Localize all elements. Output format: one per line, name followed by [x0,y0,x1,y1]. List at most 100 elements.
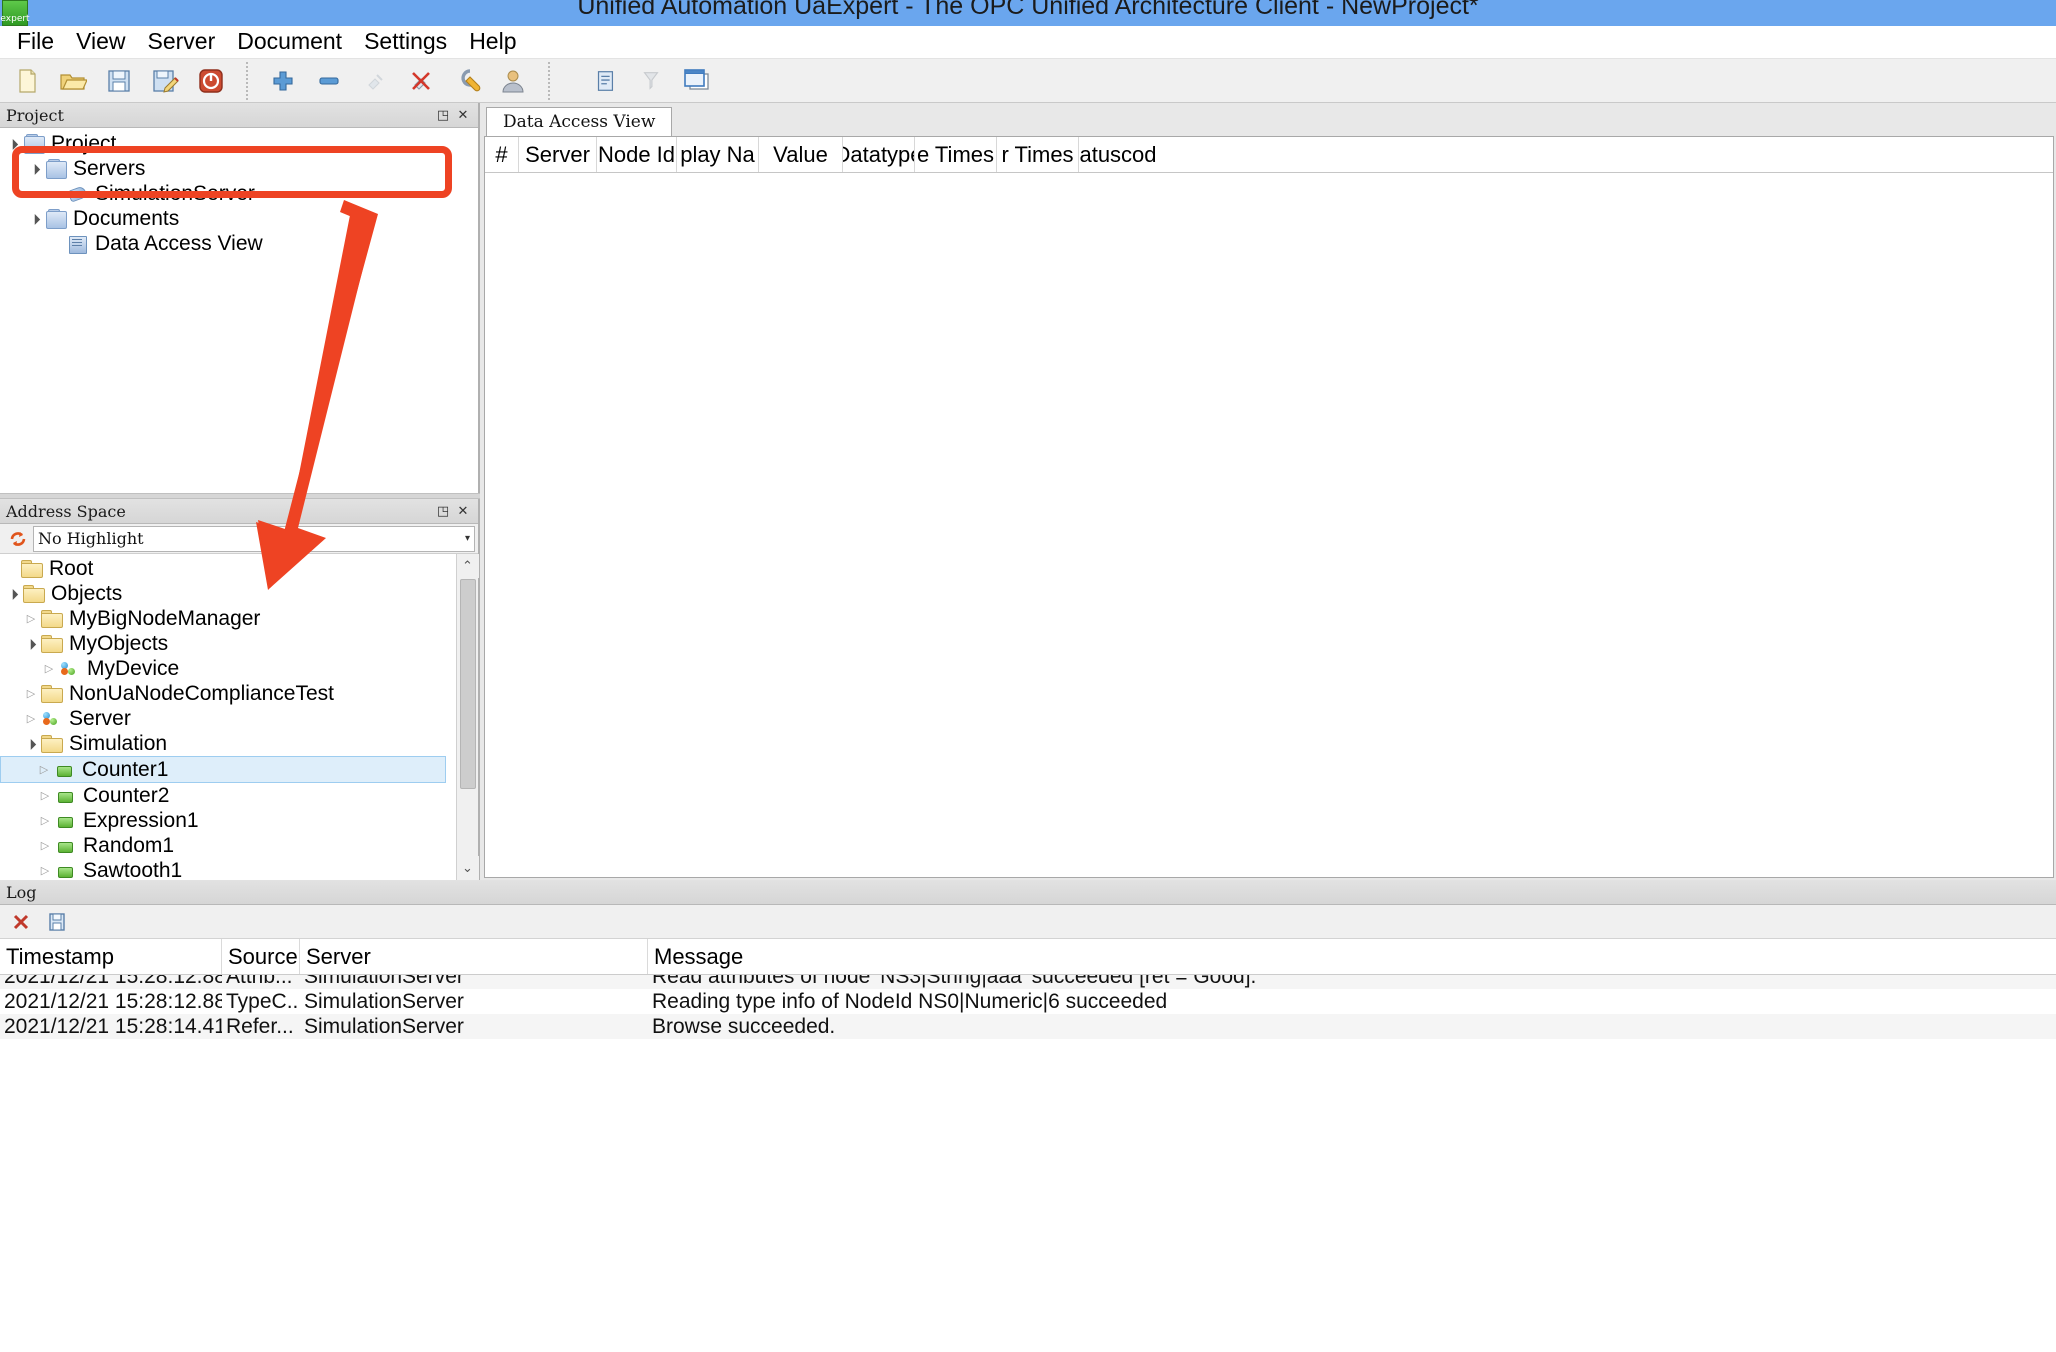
scrollbar-track[interactable] [457,790,478,856]
chevron-right-icon[interactable] [22,612,40,625]
log-row[interactable]: 2021/12/21 15:28:14.413 Refer... Simulat… [0,1014,2056,1039]
scroll-up-icon[interactable]: ⌃ [457,554,479,578]
tree-item-project[interactable]: Project [0,131,478,156]
undock-icon[interactable]: ◳ [434,106,452,124]
chevron-right-icon[interactable] [22,687,40,700]
tree-item-simulationserver[interactable]: SimulationServer [0,181,478,206]
log-column-source[interactable]: Source [222,939,300,974]
log-cell-server: SimulationServer [300,989,648,1014]
open-folder-icon[interactable] [54,62,92,100]
tree-item-myobjects[interactable]: MyObjects [0,631,456,656]
address-space-scrollbar[interactable]: ⌃ ⌄ [456,554,478,880]
document-remove-icon[interactable] [632,62,670,100]
chevron-right-icon[interactable] [40,662,58,675]
project-tree[interactable]: Project Servers SimulationServer Documen… [0,128,478,493]
log-cell-server: SimulationServer [300,975,648,989]
column-header-source-timestamp[interactable]: e Times [915,137,997,172]
document-area: Data Access View # Server Node Id play N… [480,103,2056,880]
toolbar-group-server [260,59,536,102]
clear-log-icon[interactable] [6,908,36,936]
wrench-icon[interactable] [448,62,486,100]
tree-item-random1[interactable]: Random1 [0,833,456,858]
scrollbar-thumb[interactable] [460,579,476,789]
save-icon[interactable] [100,62,138,100]
tree-item-objects[interactable]: Objects [0,581,456,606]
chevron-right-icon[interactable] [22,712,40,725]
column-header-value[interactable]: Value [759,137,843,172]
menu-document[interactable]: Document [226,27,353,56]
column-header-server[interactable]: Server [519,137,597,172]
tree-item-root[interactable]: Root [0,556,456,581]
tree-item-mybignodemanager[interactable]: MyBigNodeManager [0,606,456,631]
document-add-icon[interactable] [586,62,624,100]
column-header-statuscode[interactable]: atuscod [1079,137,1157,172]
log-column-server[interactable]: Server [300,939,648,974]
tree-item-expression1[interactable]: Expression1 [0,808,456,833]
chevron-right-icon[interactable] [35,763,53,776]
close-icon[interactable]: ✕ [454,106,472,124]
chevron-down-icon[interactable]: ▾ [465,533,470,544]
tree-item-servers[interactable]: Servers [0,156,478,181]
tree-item-label: Random1 [83,834,174,858]
power-icon[interactable] [192,62,230,100]
column-header-node-id[interactable]: Node Id [597,137,677,172]
variable-node-icon [54,861,78,881]
column-header-server-timestamp[interactable]: r Times [997,137,1079,172]
undock-icon[interactable]: ◳ [434,502,452,520]
tree-item-counter2[interactable]: Counter2 [0,783,456,808]
tree-item-label: Counter2 [83,784,169,808]
tree-item-data-access-view[interactable]: Data Access View [0,231,478,256]
log-table-rows[interactable]: 2021/12/21 15:28:12.881 Attrib... Simula… [0,975,2056,1039]
menu-view[interactable]: View [65,27,136,56]
add-server-icon[interactable] [264,62,302,100]
tab-data-access-view[interactable]: Data Access View [486,107,672,136]
log-column-message[interactable]: Message [648,939,2056,974]
refresh-icon[interactable] [7,528,29,550]
chevron-down-icon[interactable] [26,163,44,175]
menu-settings[interactable]: Settings [353,27,458,56]
folder-blue-icon [44,159,68,179]
chevron-right-icon[interactable] [36,814,54,827]
log-column-timestamp[interactable]: Timestamp [0,939,222,974]
chevron-down-icon[interactable] [4,138,22,150]
tree-item-mydevice[interactable]: MyDevice [0,656,456,681]
chevron-right-icon[interactable] [36,789,54,802]
chevron-down-icon[interactable] [26,213,44,225]
remove-server-icon[interactable] [310,62,348,100]
menu-server[interactable]: Server [137,27,227,56]
tree-item-nonuanodecompliancetest[interactable]: NonUaNodeComplianceTest [0,681,456,706]
tree-item-sawtooth1[interactable]: Sawtooth1 [0,858,456,880]
close-icon[interactable]: ✕ [454,502,472,520]
tree-item-simulation[interactable]: Simulation [0,731,456,756]
highlight-combo[interactable]: No Highlight ▾ [33,526,475,552]
toolbar-separator-2 [548,62,550,100]
save-as-icon[interactable] [146,62,184,100]
tree-item-documents[interactable]: Documents [0,206,478,231]
variable-node-icon [54,786,78,806]
column-header-display-name[interactable]: play Na [677,137,759,172]
window-icon[interactable] [678,62,716,100]
user-icon[interactable] [494,62,532,100]
chevron-down-icon[interactable] [22,738,40,750]
tree-item-label: MyDevice [87,657,179,681]
chevron-right-icon[interactable] [36,839,54,852]
tree-item-counter1[interactable]: Counter1 [0,756,446,783]
chevron-down-icon[interactable] [22,638,40,650]
log-row[interactable]: 2021/12/21 15:28:12.884 TypeC... Simulat… [0,989,2056,1014]
column-header-index[interactable]: # [485,137,519,172]
chevron-down-icon[interactable] [4,588,22,600]
log-cell-timestamp: 2021/12/21 15:28:12.881 [0,975,222,989]
connect-icon[interactable] [356,62,394,100]
address-space-tree[interactable]: Root Objects MyBigNodeManager MyObjects [0,554,456,880]
new-document-icon[interactable] [8,62,46,100]
save-log-icon[interactable] [42,908,72,936]
menu-file[interactable]: File [6,27,65,56]
chevron-right-icon[interactable] [36,864,54,877]
scroll-down-icon[interactable]: ⌄ [457,856,479,880]
log-row[interactable]: 2021/12/21 15:28:12.881 Attrib... Simula… [0,975,2056,989]
column-header-datatype[interactable]: Datatype [843,137,915,172]
disconnect-icon[interactable] [402,62,440,100]
tree-item-server[interactable]: Server [0,706,456,731]
data-access-view-rows[interactable] [485,173,2053,877]
menu-help[interactable]: Help [458,27,527,56]
